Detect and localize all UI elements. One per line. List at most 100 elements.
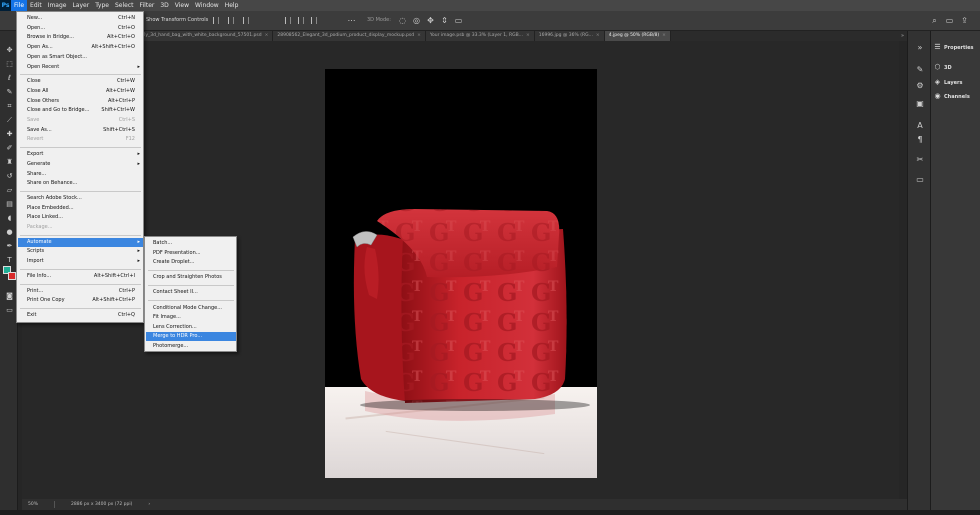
file-menu-item-place-linked[interactable]: Place Linked... (18, 213, 143, 222)
file-menu-item-new[interactable]: New... Ctrl+N (18, 14, 143, 23)
move-tool-icon[interactable]: ✥ (5, 47, 14, 54)
menu-file[interactable]: File (11, 0, 28, 11)
blur-tool-icon[interactable]: ◖ (5, 215, 14, 222)
file-menu-item-exit[interactable]: Exit Ctrl+Q (18, 311, 143, 320)
menu-help[interactable]: Help (222, 0, 242, 11)
dodge-tool-icon[interactable]: ● (5, 229, 14, 236)
doc-tab[interactable]: 28908562_Elegant_3d_podium_product_displ… (273, 31, 426, 41)
file-menu-item-place-embedded[interactable]: Place Embedded... (18, 204, 143, 213)
search-icon[interactable]: ⌕ (930, 16, 939, 25)
automate-menu-item-contact-sheet-ii[interactable]: Contact Sheet II... (146, 288, 236, 297)
pen-tool-icon[interactable]: ✒ (5, 243, 14, 250)
zoom-level[interactable]: 50% (28, 502, 38, 507)
automate-menu-item-create-droplet[interactable]: Create Droplet... (146, 258, 236, 267)
automate-menu-item-conditional-mode-change[interactable]: Conditional Mode Change... (146, 304, 236, 313)
clone-source-icon[interactable]: ⚙ (915, 81, 925, 90)
3d-roll-icon[interactable]: ◎ (412, 16, 421, 25)
3d-pan-icon[interactable]: ✥ (426, 16, 435, 25)
paragraph-icon[interactable]: ¶ (915, 135, 925, 144)
automate-menu-item-pdf-presentation[interactable]: PDF Presentation... (146, 249, 236, 258)
distribute-bottom-icon[interactable] (311, 17, 317, 24)
file-menu-item-browse-in-bridge[interactable]: Browse in Bridge... Alt+Ctrl+O (18, 33, 143, 42)
more-options-icon[interactable]: ⋯ (347, 16, 356, 25)
align-right-icon[interactable] (243, 17, 249, 24)
show-transform-controls-label[interactable]: Show Transform Controls (146, 17, 208, 23)
notes-icon[interactable]: ▭ (915, 175, 925, 184)
distribute-top-icon[interactable] (285, 17, 291, 24)
panel-tab-3d[interactable]: ⬡ 3D (934, 64, 951, 71)
status-arrow-icon[interactable]: › (148, 502, 150, 507)
close-icon[interactable]: × (662, 33, 666, 38)
file-menu-item-open-recent[interactable]: Open Recent ▸ (18, 63, 143, 72)
3d-orbit-icon[interactable]: ◌ (398, 16, 407, 25)
character-icon[interactable]: A (915, 121, 925, 130)
file-menu-item-generate[interactable]: Generate ▸ (18, 160, 143, 169)
panel-tab-layers[interactable]: ◈ Layers (934, 79, 963, 86)
history-brush-tool-icon[interactable]: ↺ (5, 173, 14, 180)
3d-slide-icon[interactable]: ⇕ (440, 16, 449, 25)
file-menu-item-share[interactable]: Share... (18, 170, 143, 179)
align-center-icon[interactable] (228, 17, 234, 24)
tab-overflow-icon[interactable]: » (901, 31, 904, 41)
brush-tool-icon[interactable]: ✐ (5, 145, 14, 152)
crop-tool-icon[interactable]: ⌗ (5, 103, 14, 110)
align-left-icon[interactable] (213, 17, 219, 24)
quick-mask-icon[interactable]: ◙ (5, 293, 14, 300)
file-menu-item-share-on-behance[interactable]: Share on Behance... (18, 179, 143, 188)
brush-settings-icon[interactable]: ✎ (915, 65, 925, 74)
panel-tab-channels[interactable]: ◉ Channels (934, 93, 969, 100)
doc-tab[interactable]: 16996.jpg @ 36% (RG... × (534, 31, 605, 41)
file-menu-item-print-one-copy[interactable]: Print One Copy Alt+Shift+Ctrl+P (18, 296, 143, 305)
healing-brush-tool-icon[interactable]: ✚ (5, 131, 14, 138)
panel-tab-properties[interactable]: ☰ Properties (934, 44, 973, 51)
workspace-icon[interactable]: ▭ (945, 16, 954, 25)
type-tool-icon[interactable]: T (5, 257, 14, 264)
file-menu-item-export[interactable]: Export ▸ (18, 150, 143, 159)
share-icon[interactable]: ⇪ (960, 16, 969, 25)
eraser-tool-icon[interactable]: ▱ (5, 187, 14, 194)
file-menu-item-automate[interactable]: Automate ▸ (18, 237, 143, 247)
quick-select-tool-icon[interactable]: ✎ (5, 89, 14, 96)
menu-window[interactable]: Window (192, 0, 222, 11)
automate-menu-item-lens-correction[interactable]: Lens Correction... (146, 323, 236, 332)
file-menu-item-open-as-smart-object[interactable]: Open as Smart Object... (18, 53, 143, 62)
menu-3d[interactable]: 3D (157, 0, 171, 11)
menu-edit[interactable]: Edit (27, 0, 45, 11)
clone-stamp-tool-icon[interactable]: ♜ (5, 159, 14, 166)
eyedropper-tool-icon[interactable]: ⟋ (5, 117, 14, 124)
automate-menu-item-batch[interactable]: Batch... (146, 239, 236, 248)
file-menu-item-scripts[interactable]: Scripts ▸ (18, 247, 143, 256)
3d-scale-icon[interactable]: ▭ (454, 16, 463, 25)
document-canvas[interactable]: G T (325, 69, 597, 478)
automate-menu-item-merge-to-hdr-pro[interactable]: Merge to HDR Pro... (146, 332, 236, 342)
menu-filter[interactable]: Filter (137, 0, 158, 11)
screen-mode-icon[interactable]: ▭ (5, 307, 14, 314)
file-menu-item-save-as[interactable]: Save As... Shift+Ctrl+S (18, 126, 143, 135)
doc-tab-active[interactable]: 4.jpeg @ 50% (RGB/8) × (604, 31, 671, 41)
automate-menu-item-fit-image[interactable]: Fit Image... (146, 313, 236, 322)
file-menu-item-close-and-go-to-bridge[interactable]: Close and Go to Bridge... Shift+Ctrl+W (18, 106, 143, 115)
menu-select[interactable]: Select (112, 0, 137, 11)
menu-type[interactable]: Type (92, 0, 112, 11)
automate-menu-item-crop-and-straighten-photos[interactable]: Crop and Straighten Photos (146, 273, 236, 282)
file-menu-item-close-others[interactable]: Close Others Alt+Ctrl+P (18, 97, 143, 106)
background-color-swatch[interactable] (8, 272, 16, 280)
file-menu-item-print[interactable]: Print... Ctrl+P (18, 287, 143, 296)
gradient-tool-icon[interactable]: ▤ (5, 201, 14, 208)
menu-view[interactable]: View (172, 0, 192, 11)
doc-tab[interactable]: Your image.psb @ 33.3% (Layer 1, RGB... × (425, 31, 535, 41)
file-menu-item-file-info[interactable]: File Info... Alt+Shift+Ctrl+I (18, 272, 143, 281)
file-menu-item-open-as[interactable]: Open As... Alt+Shift+Ctrl+O (18, 43, 143, 52)
libraries-icon[interactable]: ▣ (915, 99, 925, 108)
file-menu-item-open[interactable]: Open... Ctrl+O (18, 24, 143, 33)
collapse-icon[interactable]: » (915, 43, 925, 52)
automate-menu-item-photomerge[interactable]: Photomerge... (146, 342, 236, 351)
menu-image[interactable]: Image (45, 0, 70, 11)
close-icon[interactable]: × (596, 33, 600, 38)
close-icon[interactable]: × (417, 33, 421, 38)
menu-layer[interactable]: Layer (69, 0, 92, 11)
photoshop-logo-icon[interactable]: Ps (0, 0, 11, 11)
marquee-tool-icon[interactable]: ⬚ (5, 61, 14, 68)
tools-preset-icon[interactable]: ✂ (915, 155, 925, 164)
lasso-tool-icon[interactable]: ℓ (5, 75, 14, 82)
